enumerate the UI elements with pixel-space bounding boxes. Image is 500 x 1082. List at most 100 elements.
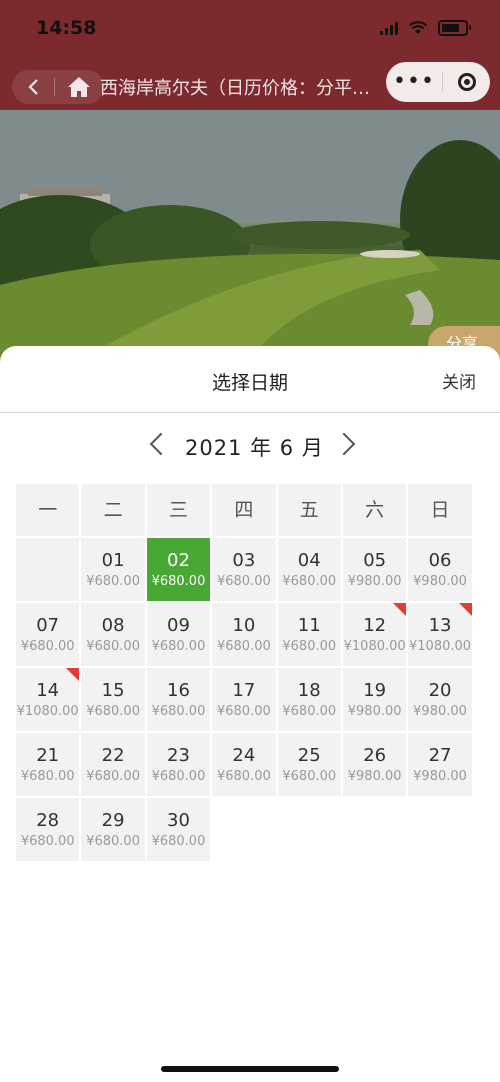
calendar-day[interactable]: 08 ¥680.00	[81, 603, 145, 666]
calendar-day[interactable]: 24 ¥680.00	[212, 733, 276, 796]
calendar-day[interactable]: 17 ¥680.00	[212, 668, 276, 731]
status-icons	[380, 20, 471, 36]
day-number: 28	[36, 810, 60, 831]
day-price: ¥980.00	[347, 704, 402, 719]
weekday-wed: 三	[146, 484, 211, 536]
day-price: ¥680.00	[282, 769, 337, 784]
chevron-left-icon[interactable]	[149, 432, 173, 456]
calendar-grid: 一 二 三 四 五 六 日 01 ¥680.00 02 ¥680.00 03 ¥680.0…	[16, 484, 472, 863]
calendar-day[interactable]: 23 ¥680.00	[146, 733, 211, 796]
day-number: 17	[232, 680, 256, 701]
close-button[interactable]: 关闭	[442, 368, 476, 393]
sheet-title: 选择日期	[211, 372, 288, 394]
calendar-day[interactable]: 11 ¥680.00	[277, 603, 341, 666]
calendar-day[interactable]: 19 ¥980.00	[342, 668, 407, 731]
battery-icon	[438, 20, 471, 36]
day-number: 13	[428, 615, 452, 636]
day-number: 30	[167, 810, 190, 831]
day-price: ¥680.00	[86, 769, 140, 784]
day-number: 19	[363, 680, 387, 701]
calendar-day[interactable]: 20 ¥980.00	[408, 668, 472, 731]
calendar-week-row: 01 ¥680.00 02 ¥680.00 03 ¥680.00 04 ¥680.00 05 ¥9…	[16, 538, 472, 601]
calendar-day[interactable]: 16 ¥680.00	[146, 668, 211, 731]
calendar-day[interactable]: 26 ¥980.00	[342, 733, 407, 796]
calendar-empty-slot	[212, 798, 275, 861]
month-navigator: 2021 年 6 月	[0, 432, 500, 466]
more-icon[interactable]: •••	[386, 62, 442, 102]
day-price: ¥680.00	[151, 769, 206, 784]
day-price: ¥680.00	[216, 639, 271, 654]
day-price: ¥680.00	[151, 639, 206, 654]
calendar-day[interactable]: 30 ¥680.00	[146, 798, 211, 861]
status-time: 14:58	[36, 17, 97, 39]
calendar-day[interactable]: 10 ¥680.00	[212, 603, 276, 666]
holiday-flag-icon	[458, 603, 472, 616]
day-number: 07	[36, 615, 60, 636]
wifi-icon	[408, 21, 428, 34]
day-price: ¥980.00	[413, 769, 467, 784]
calendar-day[interactable]: 03 ¥680.00	[212, 538, 276, 601]
day-price: ¥680.00	[86, 574, 140, 589]
day-number: 27	[428, 745, 452, 766]
calendar-week-row: 14 ¥1080.00 15 ¥680.00 16 ¥680.00 17 ¥680.00 18 ¥…	[16, 668, 472, 731]
calendar-day[interactable]: 18 ¥680.00	[277, 668, 341, 731]
day-price: ¥1080.00	[409, 639, 472, 654]
calendar-day[interactable]: 25 ¥680.00	[277, 733, 341, 796]
calendar-day[interactable]: 01 ¥680.00	[81, 538, 145, 601]
day-number: 11	[297, 615, 321, 636]
calendar-blank-cell	[16, 538, 80, 601]
calendar-day[interactable]: 21 ¥680.00	[16, 733, 80, 796]
calendar-day[interactable]: 14 ¥1080.00	[16, 668, 80, 731]
calendar-day[interactable]: 05 ¥980.00	[342, 538, 407, 601]
day-number: 12	[363, 615, 387, 636]
calendar-day[interactable]: 27 ¥980.00	[408, 733, 472, 796]
weekday-header-row: 一 二 三 四 五 六 日	[16, 484, 472, 536]
calendar-day[interactable]: 04 ¥680.00	[277, 538, 341, 601]
calendar-day[interactable]: 29 ¥680.00	[81, 798, 145, 861]
day-number: 23	[167, 745, 190, 766]
status-bar: 14:58	[0, 0, 500, 60]
calendar-weeks: 01 ¥680.00 02 ¥680.00 03 ¥680.00 04 ¥680.00 05 ¥9…	[16, 538, 472, 861]
calendar-empty-slot	[408, 798, 471, 861]
day-price: ¥680.00	[216, 574, 271, 589]
day-price: ¥680.00	[20, 834, 75, 849]
day-number: 01	[101, 550, 125, 571]
day-number: 14	[36, 680, 60, 701]
calendar-week-row: 21 ¥680.00 22 ¥680.00 23 ¥680.00 24 ¥680.00 25 ¥6…	[16, 733, 472, 796]
holiday-flag-icon	[66, 668, 80, 681]
day-price: ¥980.00	[413, 574, 467, 589]
day-price: ¥980.00	[413, 704, 467, 719]
calendar-day[interactable]: 12 ¥1080.00	[342, 603, 407, 666]
day-price: ¥680.00	[282, 639, 337, 654]
day-number: 20	[428, 680, 452, 701]
page-title: 西海岸高尔夫（日历价格：分平…	[100, 78, 370, 99]
calendar-day[interactable]: 15 ¥680.00	[81, 668, 145, 731]
calendar-day[interactable]: 28 ¥680.00	[16, 798, 80, 861]
day-number: 22	[101, 745, 125, 766]
calendar-day-selected[interactable]: 02 ¥680.00	[146, 538, 211, 601]
sheet-header: 选择日期 关闭	[0, 346, 500, 413]
day-number: 25	[297, 745, 321, 766]
day-number: 18	[297, 680, 321, 701]
weekday-tue: 二	[81, 484, 145, 536]
calendar-day[interactable]: 09 ¥680.00	[146, 603, 211, 666]
home-icon[interactable]	[55, 70, 103, 104]
chevron-right-icon[interactable]	[332, 432, 356, 456]
day-number: 16	[167, 680, 190, 701]
day-number: 04	[297, 550, 321, 571]
day-price: ¥680.00	[216, 704, 271, 719]
signal-icon	[380, 21, 398, 35]
day-number: 02	[167, 550, 190, 571]
weekday-sun: 日	[408, 484, 472, 536]
holiday-flag-icon	[393, 603, 407, 616]
calendar-day[interactable]: 13 ¥1080.00	[408, 603, 472, 666]
calendar-day[interactable]: 07 ¥680.00	[16, 603, 80, 666]
calendar-day[interactable]: 06 ¥980.00	[408, 538, 472, 601]
day-price: ¥680.00	[282, 704, 337, 719]
mini-program-close-icon[interactable]	[443, 73, 490, 91]
day-number: 06	[428, 550, 452, 571]
day-number: 10	[232, 615, 256, 636]
calendar-day[interactable]: 22 ¥680.00	[81, 733, 145, 796]
day-number: 05	[363, 550, 387, 571]
chevron-left-icon[interactable]	[12, 70, 54, 104]
